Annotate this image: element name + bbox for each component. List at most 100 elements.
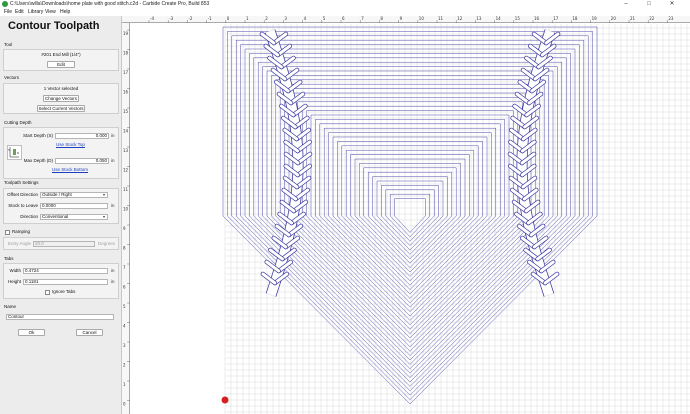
tabs-section-label: Tabs <box>4 256 14 261</box>
ruler-label: -3 <box>169 16 173 21</box>
toolpath-settings-section-label: Toolpath Settings <box>4 180 39 185</box>
ruler-label: 9 <box>400 16 403 21</box>
ruler-label: 18 <box>123 51 129 56</box>
tab-height-field[interactable]: 0.1181 <box>23 279 108 285</box>
ruler-label: 7 <box>361 16 364 21</box>
ruler-label: -1 <box>208 16 212 21</box>
ramping-checkbox[interactable] <box>5 230 10 235</box>
ruler-label: 3 <box>123 343 126 348</box>
cutting-depth-section-label: Cutting Depth <box>4 120 32 125</box>
max-depth-label: Max Depth (D) <box>23 158 53 163</box>
contour-path <box>328 132 492 299</box>
app-icon <box>2 1 8 7</box>
start-depth-unit: in <box>111 133 115 138</box>
ruler-label: 11 <box>123 187 129 192</box>
menu-help[interactable]: Help <box>60 8 70 16</box>
direction-select[interactable]: Conventional ▾ <box>40 214 108 220</box>
stock-to-leave-field[interactable]: 0.0000 <box>40 203 108 209</box>
ruler-label: 19 <box>123 31 129 36</box>
entry-angle-unit: Degrees <box>98 241 116 246</box>
menu-file[interactable]: File <box>4 8 12 16</box>
edit-tool-button[interactable]: Edit <box>47 61 75 68</box>
toolpath-name-field[interactable]: Contour <box>6 314 114 320</box>
ruler-label: 7 <box>123 265 126 270</box>
vectors-section-label: Vectors <box>4 75 20 80</box>
use-stock-top-link[interactable]: Use Stock Top <box>56 142 85 148</box>
ruler-label: 4 <box>304 16 307 21</box>
ignore-tabs-checkbox[interactable] <box>45 290 50 295</box>
ruler-label: 19 <box>592 16 598 21</box>
ruler-label: 11 <box>438 16 444 21</box>
toolpath-panel: Contour Toolpath Tool #201 End Mill (1/4… <box>0 16 122 414</box>
ruler-label: 15 <box>123 109 129 114</box>
offset-direction-select[interactable]: Outside / Right ▾ <box>40 192 108 198</box>
menu-edit[interactable]: Edit <box>15 8 24 16</box>
use-stock-bottom-link[interactable]: Use Stock Bottom <box>52 167 88 173</box>
ruler-label: 14 <box>123 129 129 134</box>
contour-path <box>389 193 431 238</box>
ruler-label: 13 <box>123 148 129 153</box>
tool-name: #201 End Mill (1/4") <box>41 52 81 57</box>
ruler-label: 6 <box>342 16 345 21</box>
ruler-label: 3 <box>284 16 287 21</box>
tool-section-label: Tool <box>4 42 13 47</box>
contour-path <box>266 70 554 361</box>
menu-view[interactable]: View <box>45 8 56 16</box>
start-depth-field[interactable]: 0.000 <box>55 133 109 139</box>
stitch-left <box>259 29 313 297</box>
window-title: C:\Users\willa\Downloads\home plate with… <box>10 1 210 7</box>
stitch-right <box>507 29 561 297</box>
entry-angle-field[interactable]: 20.0 <box>33 241 95 247</box>
ruler-label: 15 <box>515 16 521 21</box>
stock-to-leave-label: Stock to Leave <box>8 203 38 208</box>
ruler-label: 18 <box>572 16 578 21</box>
chevron-down-icon: ▾ <box>102 192 105 197</box>
ruler-label: 14 <box>496 16 502 21</box>
change-vectors-button[interactable]: Change Vectors <box>43 95 79 102</box>
menu-library[interactable]: Library <box>28 8 43 16</box>
ruler-label: 4 <box>123 324 126 329</box>
vectors-selected-text: 1 Vector selected <box>43 86 79 91</box>
ruler-label: 9 <box>123 226 126 231</box>
maximize-button[interactable]: □ <box>643 0 655 8</box>
stock-to-leave-unit: in <box>111 203 115 208</box>
ruler-label: 10 <box>123 207 129 212</box>
contour-path <box>394 198 426 233</box>
select-current-vectors-button[interactable]: Select Current Vectors <box>37 105 85 112</box>
contour-path <box>372 176 448 255</box>
ruler-label: 17 <box>553 16 559 21</box>
entry-angle-label: Entry Angle <box>7 241 31 246</box>
ruler-label: 5 <box>323 16 326 21</box>
title-bar: C:\Users\willa\Downloads\home plate with… <box>0 0 690 8</box>
design-canvas[interactable]: -4 -3 -2 -1 0 1 2 3 4 5 6 7 8 9 10 11 12 13 14 15 16 17 18 19 20… <box>122 16 690 414</box>
contour-path <box>341 145 479 286</box>
close-button[interactable]: ✕ <box>666 0 678 8</box>
origin-marker <box>221 396 229 404</box>
ruler-label: 1 <box>123 382 126 387</box>
ruler-label: 6 <box>123 285 126 290</box>
direction-label: Direction <box>20 214 38 219</box>
contour-path <box>275 79 545 352</box>
max-depth-field[interactable]: 0.050 <box>55 158 109 164</box>
toolpath-drawing[interactable]: -4 -3 -2 -1 0 1 2 3 4 5 6 7 8 9 10 11 12 13 14 15 16 17 18 19 20… <box>122 16 690 414</box>
ruler-label: 0 <box>123 402 126 407</box>
ruler-label: 13 <box>476 16 482 21</box>
offset-direction-label: Offset Direction <box>7 192 38 197</box>
panel-title: Contour Toolpath <box>8 20 100 32</box>
ruler-label: 23 <box>668 16 674 21</box>
start-depth-label: Start Depth (S) <box>22 133 53 138</box>
tab-height-label: Height <box>7 279 21 284</box>
tab-width-field[interactable]: 0.4724 <box>23 268 108 274</box>
direction-value: Conventional <box>42 214 69 219</box>
ruler-label: 0 <box>227 16 230 21</box>
ruler-label: 2 <box>265 16 268 21</box>
ok-button[interactable]: Ok <box>18 329 45 336</box>
cancel-button[interactable]: Cancel <box>76 329 103 336</box>
ruler-label: 12 <box>457 16 463 21</box>
minimize-button[interactable]: – <box>620 0 632 8</box>
ruler-label: 22 <box>649 16 655 21</box>
ruler-marks: -4 -3 -2 -1 0 1 2 3 4 5 6 7 8 9 10 11 12 13 14 15 16 17 18 19 20… <box>123 16 674 407</box>
ruler-label: -2 <box>188 16 192 21</box>
contour-path <box>315 119 505 312</box>
ruler-label: 20 <box>611 16 617 21</box>
